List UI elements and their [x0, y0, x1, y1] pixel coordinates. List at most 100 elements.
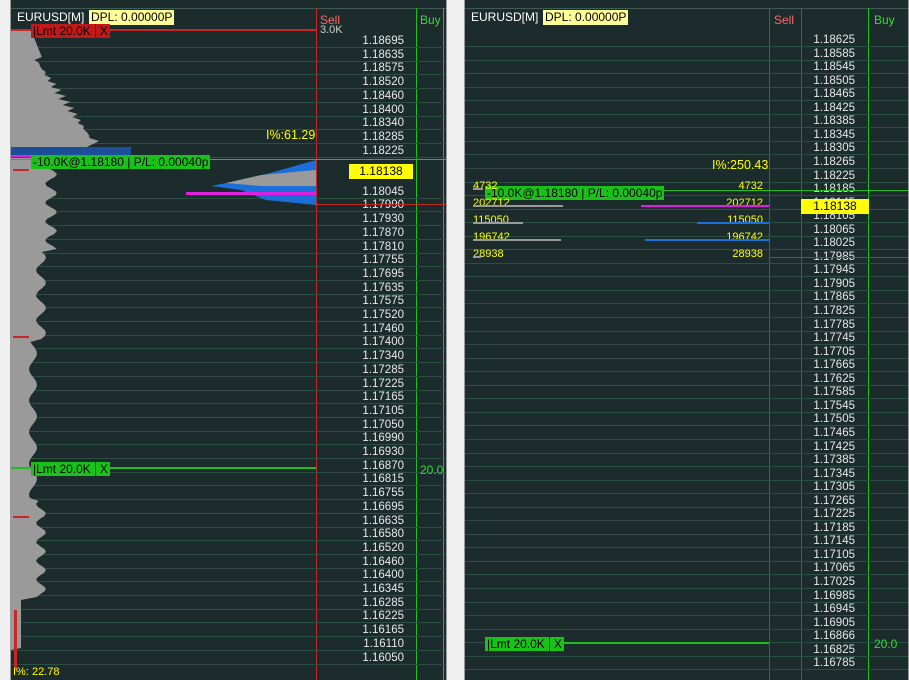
price-level[interactable]: 1.17755 — [344, 254, 404, 267]
price-level[interactable]: 1.17575 — [344, 295, 404, 308]
price-level[interactable]: 1.16785 — [795, 657, 855, 670]
price-level[interactable]: 1.16345 — [344, 583, 404, 596]
price-level[interactable]: 1.18425 — [795, 102, 855, 115]
price-level[interactable]: 1.16285 — [344, 597, 404, 610]
price-level[interactable]: 1.17825 — [795, 305, 855, 318]
price-level[interactable]: 1.17145 — [795, 535, 855, 548]
price-level[interactable]: 1.16985 — [795, 590, 855, 603]
price-level[interactable]: 1.18045 — [344, 186, 404, 199]
price-level[interactable]: 1.16635 — [344, 515, 404, 528]
price-level[interactable]: 1.17870 — [344, 227, 404, 240]
price-level[interactable]: 1.18635 — [344, 49, 404, 62]
price-level[interactable]: 1.17785 — [795, 319, 855, 332]
close-order-button[interactable]: X — [94, 24, 108, 38]
price-level[interactable]: 1.18265 — [795, 156, 855, 169]
buy-column-header[interactable]: Buy — [874, 13, 895, 27]
position-tag[interactable]: -10.0K@1.18180 | P/L: 0.00040p — [485, 186, 665, 200]
price-level[interactable]: 1.17865 — [795, 291, 855, 304]
price-level[interactable]: 1.17425 — [795, 441, 855, 454]
price-level[interactable]: 1.16460 — [344, 556, 404, 569]
price-level[interactable]: 1.17705 — [795, 346, 855, 359]
price-level[interactable]: 1.17105 — [795, 549, 855, 562]
price-level[interactable]: 1.16870 — [344, 460, 404, 473]
price-level[interactable]: 1.18345 — [795, 129, 855, 142]
price-level[interactable]: 1.17050 — [344, 419, 404, 432]
limit-order-tag-bottom[interactable]: |Lmt 20.0K X — [485, 637, 564, 651]
price-level[interactable]: 1.17225 — [795, 508, 855, 521]
price-level[interactable]: 1.17635 — [344, 282, 404, 295]
price-level[interactable]: 1.17520 — [344, 309, 404, 322]
price-level[interactable]: 1.16815 — [344, 473, 404, 486]
limit-order-tag-top[interactable]: |Lmt 20.0K X — [31, 24, 110, 38]
price-level[interactable]: 1.16755 — [344, 487, 404, 500]
price-level[interactable]: 1.17945 — [795, 264, 855, 277]
close-order-button[interactable]: X — [94, 462, 108, 476]
price-level[interactable]: 1.17745 — [795, 332, 855, 345]
price-level[interactable]: 1.16225 — [344, 610, 404, 623]
price-level[interactable]: 1.16165 — [344, 624, 404, 637]
sell-column-header[interactable]: Sell — [774, 13, 794, 27]
right-volume-value: 196742 — [726, 231, 763, 243]
price-level[interactable]: 1.17165 — [344, 391, 404, 404]
price-level[interactable]: 1.18545 — [795, 61, 855, 74]
price-level[interactable]: 1.17265 — [795, 495, 855, 508]
price-level[interactable]: 1.17585 — [795, 386, 855, 399]
price-level[interactable]: 1.16110 — [344, 638, 404, 651]
buy-column-header[interactable]: Buy — [420, 13, 441, 27]
price-level[interactable]: 1.17400 — [344, 336, 404, 349]
price-level[interactable]: 1.17185 — [795, 522, 855, 535]
price-level[interactable]: 1.16050 — [344, 652, 404, 665]
price-level[interactable]: 1.18340 — [344, 117, 404, 130]
price-level[interactable]: 1.18520 — [344, 76, 404, 89]
price-level[interactable]: 1.18575 — [344, 62, 404, 75]
price-level[interactable]: 1.16400 — [344, 569, 404, 582]
price-level[interactable]: 1.18305 — [795, 142, 855, 155]
price-level[interactable]: 1.18400 — [344, 104, 404, 117]
price-level[interactable]: 1.17105 — [344, 405, 404, 418]
price-level[interactable]: 1.17345 — [795, 468, 855, 481]
price-level[interactable]: 1.17990 — [344, 199, 404, 212]
price-level[interactable]: 1.18065 — [795, 224, 855, 237]
price-level[interactable]: 1.16825 — [795, 644, 855, 657]
price-level[interactable]: 1.18385 — [795, 115, 855, 128]
price-level[interactable]: 1.17065 — [795, 562, 855, 575]
price-level[interactable]: 1.17025 — [795, 576, 855, 589]
position-tag[interactable]: -10.0K@1.18180 | P/L: 0.00040p — [31, 155, 211, 169]
price-level[interactable]: 1.17625 — [795, 373, 855, 386]
price-level[interactable]: 1.18505 — [795, 75, 855, 88]
price-level[interactable]: 1.18460 — [344, 90, 404, 103]
price-level[interactable]: 1.17905 — [795, 278, 855, 291]
price-level[interactable]: 1.16945 — [795, 603, 855, 616]
price-level[interactable]: 1.17385 — [795, 454, 855, 467]
price-level[interactable]: 1.16695 — [344, 501, 404, 514]
price-level[interactable]: 1.17305 — [795, 481, 855, 494]
imbalance-bottom: I%: 22.78 — [13, 666, 60, 678]
price-level[interactable]: 1.16930 — [344, 446, 404, 459]
price-level[interactable]: 1.18695 — [344, 35, 404, 48]
limit-order-tag-mid[interactable]: |Lmt 20.0K X — [31, 462, 110, 476]
price-level[interactable]: 1.16905 — [795, 617, 855, 630]
price-level[interactable]: 1.17465 — [795, 427, 855, 440]
price-level[interactable]: 1.17285 — [344, 364, 404, 377]
price-level[interactable]: 1.16866 — [795, 630, 855, 643]
price-level[interactable]: 1.17930 — [344, 213, 404, 226]
price-level[interactable]: 1.17505 — [795, 413, 855, 426]
price-level[interactable]: 1.18285 — [344, 131, 404, 144]
price-level[interactable]: 1.18465 — [795, 88, 855, 101]
price-level[interactable]: 1.16580 — [344, 528, 404, 541]
price-level[interactable]: 1.17460 — [344, 323, 404, 336]
price-level[interactable]: 1.17545 — [795, 400, 855, 413]
price-level[interactable]: 1.18225 — [344, 145, 404, 158]
price-level[interactable]: 1.17340 — [344, 350, 404, 363]
price-level[interactable]: 1.18585 — [795, 48, 855, 61]
close-order-button[interactable]: X — [548, 637, 562, 651]
price-level[interactable]: 1.16990 — [344, 432, 404, 445]
price-level[interactable]: 1.16520 — [344, 542, 404, 555]
price-level[interactable]: 1.17695 — [344, 268, 404, 281]
price-level[interactable]: 1.17665 — [795, 359, 855, 372]
price-level[interactable]: 1.17810 — [344, 241, 404, 254]
price-level[interactable]: 1.18225 — [795, 170, 855, 183]
price-level[interactable]: 1.18625 — [795, 34, 855, 47]
price-level[interactable]: 1.17225 — [344, 378, 404, 391]
price-level[interactable]: 1.18025 — [795, 237, 855, 250]
